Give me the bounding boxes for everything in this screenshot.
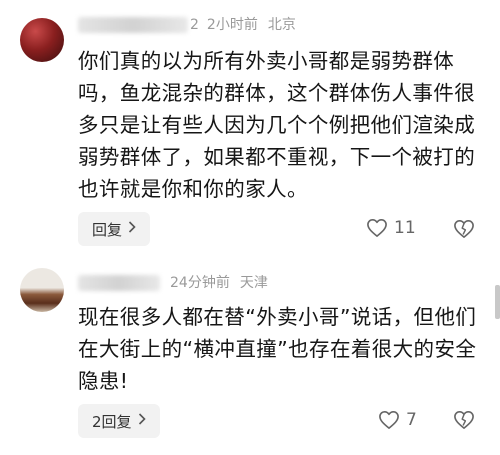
like-button[interactable]: 11 — [366, 218, 416, 238]
username-redacted[interactable] — [78, 17, 188, 33]
scrollbar[interactable] — [495, 285, 500, 319]
like-count: 11 — [394, 218, 416, 238]
reply-label: 回复 — [92, 220, 123, 239]
comment-meta: 2 2小时前 北京 — [78, 14, 296, 34]
comment-text: 你们真的以为所有外卖小哥都是弱势群体吗，鱼龙混杂的群体，这个群体伤人事件很多只是… — [78, 49, 476, 201]
like-count: 7 — [406, 410, 417, 430]
broken-heart-icon — [454, 411, 474, 429]
dislike-button[interactable] — [453, 219, 475, 243]
comment-text: 现在很多人都在替“外卖小哥”说话，但他们在大街上的“横冲直撞”也存在着很大的安全… — [78, 305, 477, 393]
like-button[interactable]: 7 — [378, 410, 417, 430]
broken-heart-icon — [454, 220, 474, 238]
chevron-right-icon — [138, 413, 146, 429]
heart-outline-icon — [367, 219, 387, 237]
comment-location: 北京 — [267, 17, 296, 33]
avatar[interactable] — [20, 18, 64, 62]
comment-meta: 24分钟前 天津 — [78, 272, 268, 292]
username-redacted[interactable] — [78, 275, 160, 291]
username-tail: 2 — [190, 17, 199, 33]
comment-time: 2小时前 — [206, 17, 258, 33]
dislike-button[interactable] — [453, 410, 475, 434]
comment-time: 24分钟前 — [170, 275, 230, 291]
reply-button[interactable]: 2回复 — [78, 404, 160, 438]
chevron-right-icon — [128, 221, 136, 237]
reply-button[interactable]: 回复 — [78, 212, 151, 246]
comment-location: 天津 — [239, 275, 268, 291]
avatar[interactable] — [20, 268, 64, 312]
reply-label: 2回复 — [92, 412, 132, 431]
heart-outline-icon — [379, 411, 399, 429]
